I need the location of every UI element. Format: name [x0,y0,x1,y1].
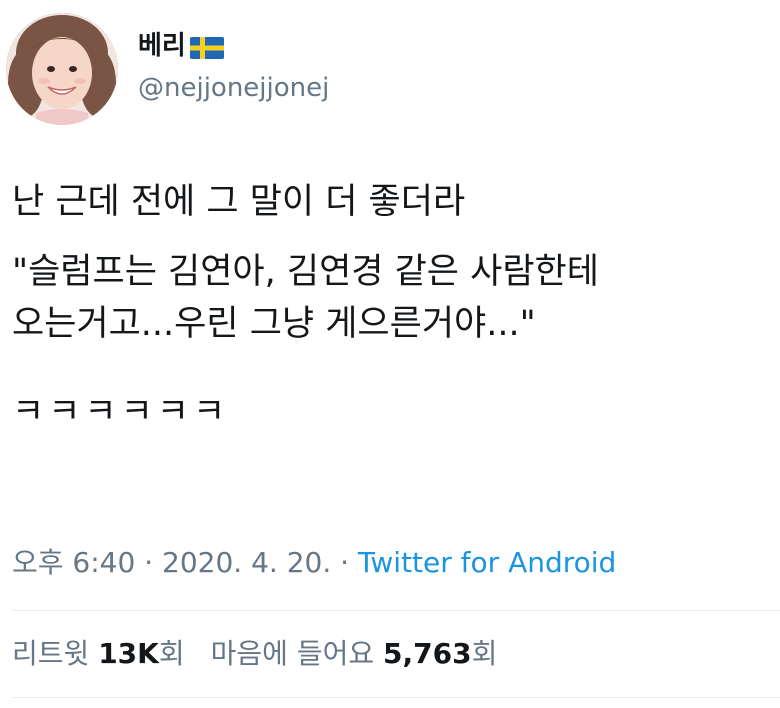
tweet-time[interactable]: 오후 6:40 [12,546,135,579]
retweets-count: 13K [98,637,159,670]
divider [12,610,780,611]
likes-stat[interactable]: 마음에 들어요 5,763회 [211,637,498,670]
tweet-stats: 리트윗 13K회 마음에 들어요 5,763회 [12,636,497,672]
tweet-line-2: "슬럼프는 김연아, 김연경 같은 사람한테 [12,252,599,292]
avatar-image [6,13,118,125]
likes-label: 마음에 들어요 [210,637,383,670]
tweet-date[interactable]: 2020. 4. 20. [162,546,331,579]
likes-unit: 회 [471,637,498,670]
tweet-line-3: 오는거고...우린 그냥 게으른거야..." [12,304,536,344]
retweets-unit: 회 [158,637,185,670]
tweet-header: 베리 @nejjonejjonej [138,30,329,104]
user-display-name[interactable]: 베리 [138,30,329,62]
tweet-line-4: ㅋㅋㅋㅋㅋㅋ [12,392,230,432]
sweden-flag-icon [189,35,224,59]
tweet-source-app[interactable]: Twitter for Android [358,546,616,579]
likes-count: 5,763 [383,637,472,670]
retweets-label: 리트윗 [12,637,99,670]
avatar[interactable] [6,13,118,125]
tweet-metadata: 오후 6:40 · 2020. 4. 20. · Twitter for And… [12,545,616,581]
tweet-card: 베리 @nejjonejjonej 난 근데 전에 그 말이 더 좋더라 "슬럼… [0,0,780,708]
meta-separator: · [331,546,358,579]
tweet-text: 난 근데 전에 그 말이 더 좋더라 "슬럼프는 김연아, 김연경 같은 사람한… [12,176,772,438]
display-name-text: 베리 [138,31,186,61]
divider [12,697,780,698]
user-handle[interactable]: @nejjonejjonej [138,72,329,104]
meta-separator: · [135,546,163,579]
retweets-stat[interactable]: 리트윗 13K회 [12,637,185,670]
tweet-line-1: 난 근데 전에 그 말이 더 좋더라 [12,182,466,222]
